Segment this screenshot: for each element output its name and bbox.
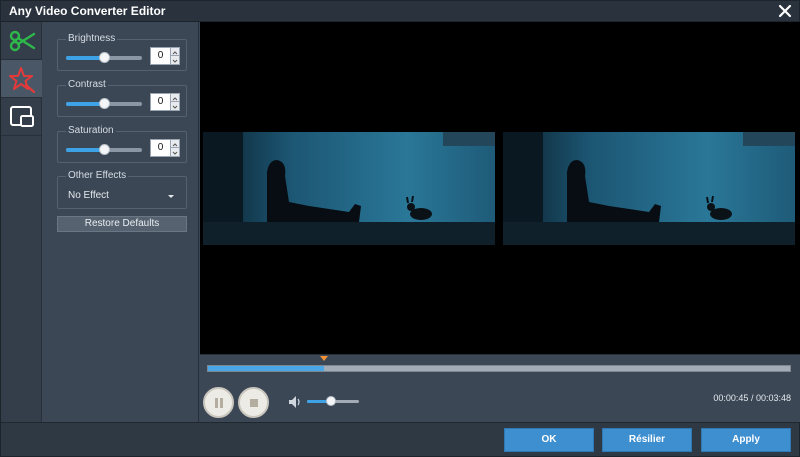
pause-icon [215, 398, 223, 408]
total-time: 00:03:48 [755, 393, 791, 403]
timeline-bar[interactable] [207, 365, 791, 372]
saturation-value[interactable]: 0 [150, 139, 171, 157]
scissors-icon [9, 30, 36, 52]
video-preview-area [200, 22, 800, 354]
saturation-increment-button[interactable] [171, 140, 179, 148]
restore-defaults-button[interactable]: Restore Defaults [57, 216, 187, 232]
contrast-slider-thumb[interactable] [99, 98, 110, 109]
window-title: Any Video Converter Editor [9, 4, 166, 18]
close-icon[interactable] [777, 3, 793, 19]
contrast-value[interactable]: 0 [150, 93, 171, 111]
saturation-label: Saturation [66, 125, 116, 136]
contrast-stepper: 0 [150, 93, 180, 111]
contrast-label: Contrast [66, 79, 108, 90]
chevron-down-icon [172, 105, 178, 109]
crop-frame-icon [10, 106, 34, 127]
saturation-group: Saturation 0 [57, 125, 187, 163]
brightness-group: Brightness 0 [57, 33, 187, 71]
time-readout: 00:00:45 / 00:03:48 [713, 393, 791, 403]
cancel-button[interactable]: Résilier [602, 428, 692, 452]
contrast-group: Contrast 0 [57, 79, 187, 117]
brightness-slider-thumb[interactable] [99, 52, 110, 63]
chevron-down-icon [172, 59, 178, 63]
contrast-slider[interactable] [66, 98, 142, 109]
edited-preview [503, 132, 795, 245]
effects-star-icon [9, 67, 36, 93]
saturation-stepper: 0 [150, 139, 180, 157]
saturation-stepper-buttons [171, 139, 180, 157]
time-separator: / [748, 393, 756, 403]
original-preview [203, 132, 495, 245]
effects-panel: Brightness 0 Contrast 0 Saturation 0 Oth… [43, 22, 199, 422]
tab-trim[interactable] [1, 22, 42, 60]
chevron-down-icon [168, 195, 174, 198]
chevron-down-icon [172, 151, 178, 155]
contrast-decrement-button[interactable] [171, 102, 179, 110]
dialog-footer: OK Résilier Apply [1, 422, 799, 456]
ok-button[interactable]: OK [504, 428, 594, 452]
pause-button[interactable] [203, 387, 234, 418]
brightness-value[interactable]: 0 [150, 47, 171, 65]
video-frame-image [503, 132, 795, 245]
saturation-slider-thumb[interactable] [99, 144, 110, 155]
brightness-label: Brightness [66, 33, 118, 44]
brightness-decrement-button[interactable] [171, 56, 179, 64]
volume-icon[interactable] [288, 395, 302, 409]
contrast-stepper-buttons [171, 93, 180, 111]
other-effects-select[interactable]: No Effect [64, 187, 180, 205]
brightness-slider[interactable] [66, 52, 142, 63]
apply-button[interactable]: Apply [701, 428, 791, 452]
volume-slider-thumb[interactable] [326, 396, 337, 406]
brightness-increment-button[interactable] [171, 48, 179, 56]
other-effects-selected: No Effect [68, 190, 109, 201]
volume-slider[interactable] [307, 396, 359, 406]
playback-controls: 00:00:45 / 00:03:48 [200, 354, 800, 422]
saturation-decrement-button[interactable] [171, 148, 179, 156]
tab-crop[interactable] [1, 98, 42, 136]
brightness-stepper: 0 [150, 47, 180, 65]
other-effects-group: Other Effects No Effect [57, 170, 187, 209]
current-time: 00:00:45 [713, 393, 749, 403]
tab-effects[interactable] [1, 60, 42, 98]
editor-window: Any Video Converter Editor Brightness 0 … [0, 0, 800, 457]
timeline-progress [208, 366, 325, 371]
saturation-slider[interactable] [66, 144, 142, 155]
brightness-stepper-buttons [171, 47, 180, 65]
playhead-marker[interactable] [320, 356, 329, 361]
video-frame-image [203, 132, 495, 245]
stop-icon [250, 399, 258, 407]
contrast-increment-button[interactable] [171, 94, 179, 102]
stop-button[interactable] [238, 387, 269, 418]
title-bar: Any Video Converter Editor [1, 1, 799, 22]
other-effects-label: Other Effects [66, 170, 129, 181]
editor-tab-bar [1, 22, 42, 422]
